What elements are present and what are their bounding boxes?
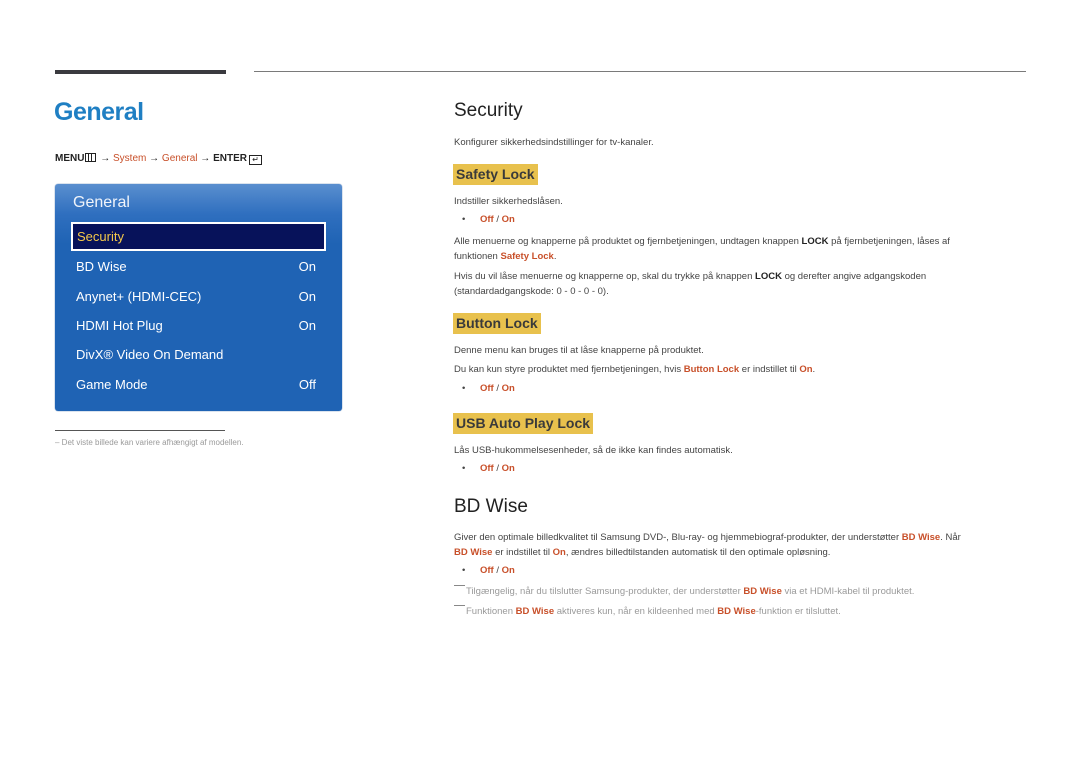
menu-item-label: Security xyxy=(77,229,124,244)
menu-item-label: Anynet+ (HDMI-CEC) xyxy=(76,289,202,304)
menu-icon xyxy=(85,153,97,162)
security-description: Konfigurer sikkerhedsindstillinger for t… xyxy=(454,137,654,148)
panel-title: General xyxy=(73,194,130,211)
menu-item-label: DivX® Video On Demand xyxy=(76,347,224,362)
menu-item-value: Off xyxy=(298,377,316,392)
bd-wise-paragraph: Giver den optimale billedkvalitet til Sa… xyxy=(454,532,961,558)
menu-item-label: Game Mode xyxy=(76,377,148,392)
breadcrumb-general: General xyxy=(161,153,198,164)
enter-icon: ↵ xyxy=(248,155,262,165)
menu-item-anynet[interactable]: Anynet+ (HDMI-CEC) On xyxy=(76,289,316,307)
safety-lock-paragraph-1: Alle menuerne og knapperne på produktet … xyxy=(454,236,950,262)
subsection-title-button-lock: Button Lock xyxy=(453,313,541,334)
button-lock-paragraph-2: Du kan kun styre produktet med fjernbetj… xyxy=(454,364,816,375)
dash-icon: – xyxy=(55,438,62,447)
button-lock-options: • Off / On xyxy=(462,383,515,394)
note-dash-icon xyxy=(454,585,465,586)
bd-wise-note-2: Funktionen BD Wise aktiveres kun, når en… xyxy=(454,605,841,617)
bullet-icon: • xyxy=(462,214,466,225)
general-menu-panel: General Security BD Wise On Anynet+ (HDM… xyxy=(55,184,342,411)
option-on: On xyxy=(501,214,515,225)
safety-lock-description: Indstiller sikkerhedslåsen. xyxy=(454,196,563,207)
breadcrumb-enter: ENTER xyxy=(213,153,247,164)
breadcrumb-system: System xyxy=(113,153,147,164)
menu-item-security-selected[interactable]: Security xyxy=(71,222,326,251)
bullet-icon: • xyxy=(462,383,466,394)
menu-item-hdmi-hot-plug[interactable]: HDMI Hot Plug On xyxy=(76,318,316,336)
breadcrumb-menu: MENU xyxy=(55,153,85,164)
option-on: On xyxy=(501,383,515,394)
image-disclaimer: – Det viste billede kan variere afhængig… xyxy=(55,438,244,447)
bullet-icon: • xyxy=(462,565,466,576)
menu-item-divx-vod[interactable]: DivX® Video On Demand xyxy=(76,347,316,365)
section-title-security: Security xyxy=(454,100,523,121)
breadcrumb-arrow: → xyxy=(149,153,160,164)
header-rule-thin xyxy=(254,71,1026,72)
option-off: Off xyxy=(480,463,494,474)
menu-item-value: On xyxy=(298,259,316,274)
safety-lock-options: • Off / On xyxy=(462,214,515,225)
subsection-title-safety-lock: Safety Lock xyxy=(453,164,538,185)
option-on: On xyxy=(501,463,515,474)
breadcrumb: MENU → System → General → ENTER ↵ xyxy=(55,153,262,165)
page-title: General xyxy=(54,98,144,126)
option-off: Off xyxy=(480,383,494,394)
subsection-title-usb-auto-play-lock: USB Auto Play Lock xyxy=(453,413,594,434)
breadcrumb-arrow: → xyxy=(100,153,111,164)
breadcrumb-arrow: → xyxy=(200,153,211,164)
menu-item-game-mode[interactable]: Game Mode Off xyxy=(76,377,316,395)
section-title-bd-wise: BD Wise xyxy=(454,496,528,517)
option-off: Off xyxy=(480,214,494,225)
usb-lock-options: • Off / On xyxy=(462,463,515,474)
menu-item-label: HDMI Hot Plug xyxy=(76,318,163,333)
option-off: Off xyxy=(480,565,494,576)
option-on: On xyxy=(501,565,515,576)
menu-item-value: On xyxy=(298,318,316,333)
safety-lock-paragraph-2: Hvis du vil låse menuerne og knapperne o… xyxy=(454,271,927,297)
footnote-divider xyxy=(55,430,225,431)
header-rule-thick xyxy=(55,70,226,74)
usb-lock-paragraph: Lås USB-hukommelsesenheder, så de ikke k… xyxy=(454,445,733,456)
menu-item-label: BD Wise xyxy=(76,259,127,274)
bd-wise-note-1: Tilgængelig, når du tilslutter Samsung-p… xyxy=(454,585,914,597)
menu-item-value: On xyxy=(298,289,316,304)
button-lock-paragraph-1: Denne menu kan bruges til at låse knappe… xyxy=(454,345,704,356)
menu-item-bd-wise[interactable]: BD Wise On xyxy=(76,259,316,277)
note-dash-icon xyxy=(454,605,465,606)
bullet-icon: • xyxy=(462,463,466,474)
bd-wise-options: • Off / On xyxy=(462,565,515,576)
